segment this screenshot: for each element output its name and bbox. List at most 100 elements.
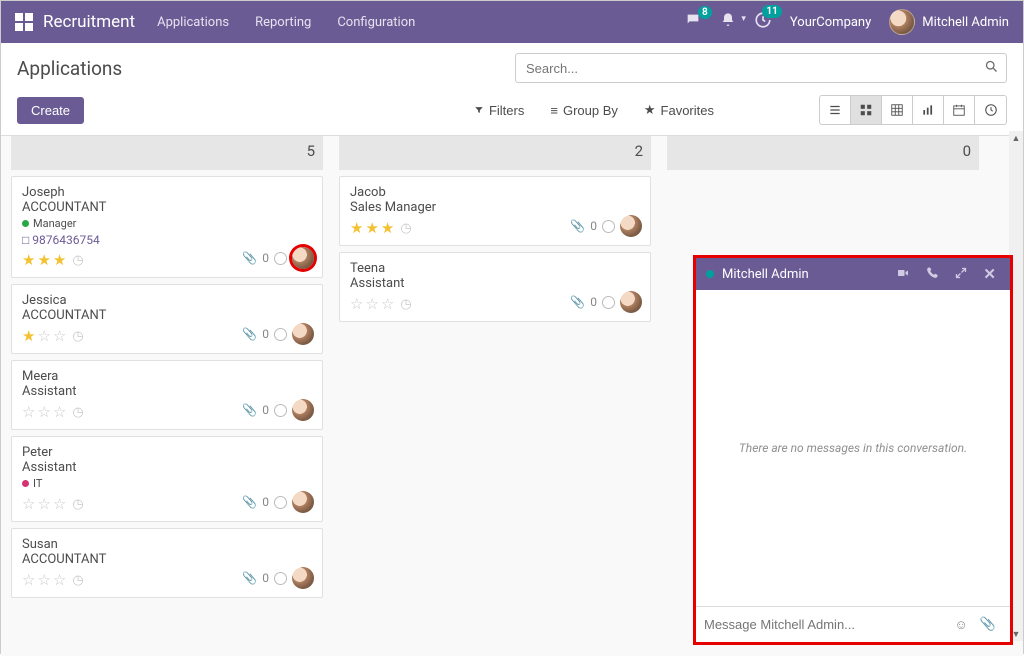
column-2-header[interactable]: 2 [339,136,651,170]
card-phone[interactable]: □9876436754 [22,233,312,247]
kanban-state[interactable] [602,220,615,233]
card-jacob[interactable]: Jacob Sales Manager ★★★◷ 📎0 [339,176,651,246]
kanban-state[interactable] [274,496,287,509]
activities-icon[interactable]: 11 [754,11,772,33]
card-avatar[interactable] [620,291,642,313]
clock-icon[interactable]: ◷ [72,405,83,420]
clock-icon[interactable]: ◷ [72,329,83,344]
card-tag: Manager [22,217,76,230]
attachment-icon[interactable]: 📎 [570,219,585,233]
video-call-icon[interactable] [892,265,914,284]
user-avatar [889,9,915,35]
attachment-icon[interactable]: 📎 [570,295,585,309]
kanban-state[interactable] [274,572,287,585]
card-role: ACCOUNTANT [22,552,312,567]
user-menu[interactable]: Mitchell Admin [889,9,1009,35]
activities-badge: 11 [762,5,781,18]
card-jessica[interactable]: Jessica ACCOUNTANT ★☆☆◷ 📎0 [11,284,323,354]
card-avatar-highlighted[interactable] [292,247,314,269]
close-icon[interactable]: ✕ [979,263,1000,285]
card-name: Joseph [22,185,312,200]
control-row: Applications [1,43,1023,91]
tag-dot [22,480,29,487]
favorites-button[interactable]: ★ Favorites [633,96,725,124]
attachment-icon[interactable]: 📎 [242,403,257,417]
scroll-up-icon[interactable]: ▲ [1012,131,1021,145]
card-avatar[interactable] [292,491,314,513]
clock-icon[interactable]: ◷ [72,253,83,268]
menu-configuration[interactable]: Configuration [337,15,415,30]
card-role: Assistant [22,384,312,399]
view-list[interactable] [820,96,851,124]
filter-bar: Filters ≡ Group By ★ Favorites [463,95,1007,125]
kanban-state[interactable] [602,296,615,309]
card-name: Jessica [22,293,312,308]
clock-icon[interactable]: ◷ [400,297,411,312]
view-switcher [819,95,1007,125]
card-avatar[interactable] [620,215,642,237]
kanban-state[interactable] [274,252,287,265]
messages-badge: 8 [698,6,712,19]
card-teena[interactable]: Teena Assistant ☆☆☆◷ 📎0 [339,252,651,322]
attach-icon[interactable]: 📎 [974,617,1002,632]
column-3-header[interactable]: 0 [667,136,979,170]
view-graph[interactable] [913,96,944,124]
card-role: Assistant [350,276,640,291]
view-kanban[interactable] [851,96,882,124]
menu-reporting[interactable]: Reporting [255,15,311,30]
view-activity[interactable] [975,96,1006,124]
attachment-icon[interactable]: 📎 [242,571,257,585]
card-role: Sales Manager [350,200,640,215]
card-susan[interactable]: Susan ACCOUNTANT ☆☆☆◷ 📎0 [11,528,323,598]
clock-icon[interactable]: ◷ [72,497,83,512]
groupby-button[interactable]: ≡ Group By [539,97,629,124]
chat-body: There are no messages in this conversati… [696,290,1010,606]
user-name: Mitchell Admin [922,15,1009,30]
company-switcher[interactable]: YourCompany [790,15,871,30]
menu-applications[interactable]: Applications [157,15,229,30]
toolbar-row: Create Filters ≡ Group By ★ Favorites [1,91,1023,136]
funnel-icon [474,105,484,115]
kanban-column-2: 2 Jacob Sales Manager ★★★◷ 📎0 Teena Assi… [329,136,657,656]
kanban-column-1: 5 Joseph ACCOUNTANT Manager □9876436754 … [1,136,329,656]
emoji-icon[interactable]: ☺ [949,617,974,633]
card-avatar[interactable] [292,323,314,345]
attachment-icon[interactable]: 📎 [242,251,257,265]
clock-icon[interactable]: ◷ [72,573,83,588]
card-name: Peter [22,445,312,460]
card-tag: IT [22,477,42,490]
view-pivot[interactable] [882,96,913,124]
list-icon: ≡ [550,103,558,118]
attachment-icon[interactable]: 📎 [242,327,257,341]
card-meera[interactable]: Meera Assistant ☆☆☆◷ 📎0 [11,360,323,430]
clock-icon[interactable]: ◷ [400,221,411,236]
chat-input[interactable] [704,617,949,632]
search-icon[interactable] [984,59,999,78]
card-name: Jacob [350,185,640,200]
filters-button[interactable]: Filters [463,97,535,124]
card-joseph[interactable]: Joseph ACCOUNTANT Manager □9876436754 ★★… [11,176,323,278]
view-calendar[interactable] [944,96,975,124]
chat-empty-text: There are no messages in this conversati… [739,441,967,455]
messages-icon[interactable]: 8 [684,12,702,32]
kanban-state[interactable] [274,404,287,417]
apps-icon[interactable] [15,13,33,31]
column-1-header[interactable]: 5 [11,136,323,170]
app-brand: Recruitment [43,12,135,32]
card-actions: 📎0 [242,323,314,345]
attachment-icon[interactable]: 📎 [242,495,257,509]
expand-icon[interactable] [951,265,971,284]
card-avatar[interactable] [292,399,314,421]
chat-header[interactable]: Mitchell Admin ✕ [696,258,1010,290]
card-peter[interactable]: Peter Assistant IT ☆☆☆◷ 📎0 [11,436,323,522]
card-role: ACCOUNTANT [22,308,312,323]
card-actions: 📎0 [242,567,314,589]
card-actions: 📎0 [242,247,314,269]
search-input[interactable] [515,53,1007,83]
search-box [515,53,1007,83]
phone-call-icon[interactable] [922,264,943,284]
card-avatar[interactable] [292,567,314,589]
create-button[interactable]: Create [17,97,84,124]
notifications-icon[interactable]: ▾ [720,12,736,32]
kanban-state[interactable] [274,328,287,341]
